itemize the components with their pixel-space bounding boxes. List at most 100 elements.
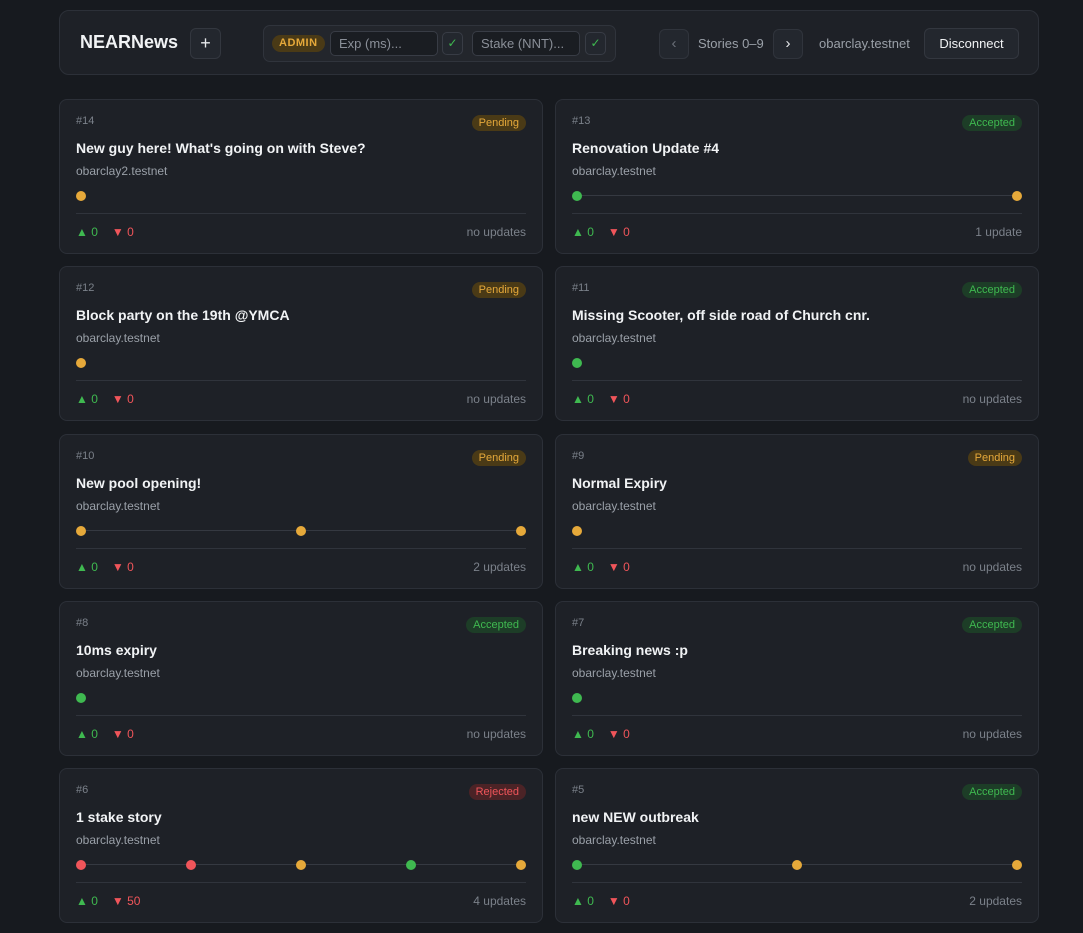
expiry-confirm-button[interactable]: ✓ — [442, 32, 463, 55]
timeline-dot-pending[interactable] — [1012, 191, 1022, 201]
stake-input[interactable]: Stake (NNT)... — [472, 31, 580, 56]
upvote-count[interactable]: ▲ 0 — [572, 392, 594, 406]
upvote-count[interactable]: ▲ 0 — [572, 225, 594, 239]
timeline-dot-accepted[interactable] — [572, 693, 582, 703]
status-badge: Accepted — [962, 784, 1022, 800]
status-badge: Rejected — [468, 784, 526, 800]
story-card[interactable]: #8 Accepted 10ms expiry obarclay.testnet ▲ 0… — [59, 601, 543, 756]
story-author: obarclay.testnet — [76, 499, 160, 513]
story-title[interactable]: New pool opening! — [76, 475, 201, 491]
timeline-dot-pending[interactable] — [1012, 860, 1022, 870]
timeline-dot-pending[interactable] — [76, 191, 86, 201]
downvote-count[interactable]: ▼ 0 — [112, 225, 134, 239]
story-card[interactable]: #13 Accepted Renovation Update #4 obarclay.… — [555, 99, 1039, 254]
prev-page-button[interactable]: ‹ — [659, 29, 689, 59]
downvote-count[interactable]: ▼ 0 — [608, 727, 630, 741]
story-title[interactable]: new NEW outbreak — [572, 809, 699, 825]
update-count: no updates — [962, 560, 1022, 574]
timeline-dot-rejected[interactable] — [76, 860, 86, 870]
downvote-count[interactable]: ▼ 0 — [112, 560, 134, 574]
app-brand: NEARNews — [80, 32, 179, 52]
upvote-count[interactable]: ▲ 0 — [76, 727, 98, 741]
timeline-dot-accepted[interactable] — [76, 693, 86, 703]
page-range: Stories 0–9 — [698, 36, 764, 51]
app-header: NEARNews + ADMIN Exp (ms)... ✓ Stake (NN… — [59, 10, 1039, 75]
vote-counts: ▲ 0 ▼ 50 — [76, 894, 140, 908]
story-title[interactable]: Missing Scooter, off side road of Church… — [572, 307, 870, 323]
upvote-count[interactable]: ▲ 0 — [76, 894, 98, 908]
timeline-dot-pending[interactable] — [572, 526, 582, 536]
vote-counts: ▲ 0 ▼ 0 — [572, 560, 630, 574]
upvote-count[interactable]: ▲ 0 — [76, 225, 98, 239]
timeline-dot-accepted[interactable] — [406, 860, 416, 870]
card-divider — [572, 715, 1022, 716]
story-title[interactable]: 10ms expiry — [76, 642, 157, 658]
update-count: no updates — [466, 225, 526, 239]
story-id: #14 — [76, 115, 95, 127]
downvote-count[interactable]: ▼ 0 — [112, 392, 134, 406]
timeline-dot-pending[interactable] — [792, 860, 802, 870]
card-divider — [76, 715, 526, 716]
timeline-dot-rejected[interactable] — [186, 860, 196, 870]
story-timeline — [76, 525, 526, 537]
timeline-dot-pending[interactable] — [296, 860, 306, 870]
upvote-count[interactable]: ▲ 0 — [572, 560, 594, 574]
timeline-dot-pending[interactable] — [296, 526, 306, 536]
timeline-dot-pending[interactable] — [76, 526, 86, 536]
story-title[interactable]: Renovation Update #4 — [572, 140, 719, 156]
downvote-count[interactable]: ▼ 0 — [608, 225, 630, 239]
status-badge: Pending — [967, 450, 1022, 466]
story-id: #11 — [572, 282, 590, 294]
story-timeline — [76, 357, 526, 369]
story-title[interactable]: Breaking news :p — [572, 642, 688, 658]
story-card[interactable]: #14 Pending New guy here! What's going on … — [59, 99, 543, 254]
card-divider — [572, 213, 1022, 214]
upvote-count[interactable]: ▲ 0 — [572, 727, 594, 741]
stake-confirm-button[interactable]: ✓ — [585, 32, 606, 55]
story-card[interactable]: #5 Accepted new NEW outbreak obarclay.testn… — [555, 768, 1039, 923]
timeline-dot-pending[interactable] — [76, 358, 86, 368]
timeline-dot-accepted[interactable] — [572, 191, 582, 201]
admin-badge: ADMIN — [272, 35, 325, 52]
story-author: obarclay.testnet — [572, 164, 656, 178]
card-divider — [76, 380, 526, 381]
add-story-button[interactable]: + — [190, 28, 221, 59]
story-card[interactable]: #11 Accepted Missing Scooter, off side roa… — [555, 266, 1039, 421]
story-card[interactable]: #7 Accepted Breaking news :p obarclay.testn… — [555, 601, 1039, 756]
status-badge: Pending — [471, 450, 526, 466]
story-title[interactable]: New guy here! What's going on with Steve… — [76, 140, 366, 156]
story-card[interactable]: #10 Pending New pool opening! obarclay.test… — [59, 434, 543, 589]
story-title[interactable]: 1 stake story — [76, 809, 162, 825]
upvote-count[interactable]: ▲ 0 — [76, 560, 98, 574]
timeline-dot-accepted[interactable] — [572, 358, 582, 368]
upvote-count[interactable]: ▲ 0 — [76, 392, 98, 406]
downvote-count[interactable]: ▼ 0 — [608, 392, 630, 406]
story-card[interactable]: #6 Rejected 1 stake story obarclay.testnet ▲… — [59, 768, 543, 923]
admin-panel: ADMIN Exp (ms)... ✓ Stake (NNT)... ✓ — [263, 25, 616, 62]
next-page-button[interactable]: › — [773, 29, 803, 59]
update-count: 1 update — [975, 225, 1022, 239]
story-title[interactable]: Block party on the 19th @YMCA — [76, 307, 290, 323]
timeline-dot-pending[interactable] — [516, 860, 526, 870]
story-title[interactable]: Normal Expiry — [572, 475, 667, 491]
story-timeline — [572, 525, 1022, 537]
status-badge: Pending — [471, 115, 526, 131]
downvote-count[interactable]: ▼ 0 — [608, 894, 630, 908]
story-id: #9 — [572, 450, 585, 462]
timeline-dot-pending[interactable] — [516, 526, 526, 536]
downvote-count[interactable]: ▼ 0 — [112, 727, 134, 741]
timeline-dot-accepted[interactable] — [572, 860, 582, 870]
downvote-count[interactable]: ▼ 50 — [112, 894, 141, 908]
story-card[interactable]: #9 Pending Normal Expiry obarclay.testnet ▲ … — [555, 434, 1039, 589]
status-badge: Accepted — [962, 282, 1022, 298]
downvote-count[interactable]: ▼ 0 — [608, 560, 630, 574]
story-card[interactable]: #12 Pending Block party on the 19th @YMCA o… — [59, 266, 543, 421]
update-count: no updates — [962, 727, 1022, 741]
disconnect-button[interactable]: Disconnect — [924, 28, 1019, 59]
vote-counts: ▲ 0 ▼ 0 — [76, 560, 134, 574]
expiry-input[interactable]: Exp (ms)... — [330, 31, 438, 56]
upvote-count[interactable]: ▲ 0 — [572, 894, 594, 908]
story-author: obarclay.testnet — [76, 666, 160, 680]
story-timeline — [572, 190, 1022, 202]
card-divider — [76, 213, 526, 214]
